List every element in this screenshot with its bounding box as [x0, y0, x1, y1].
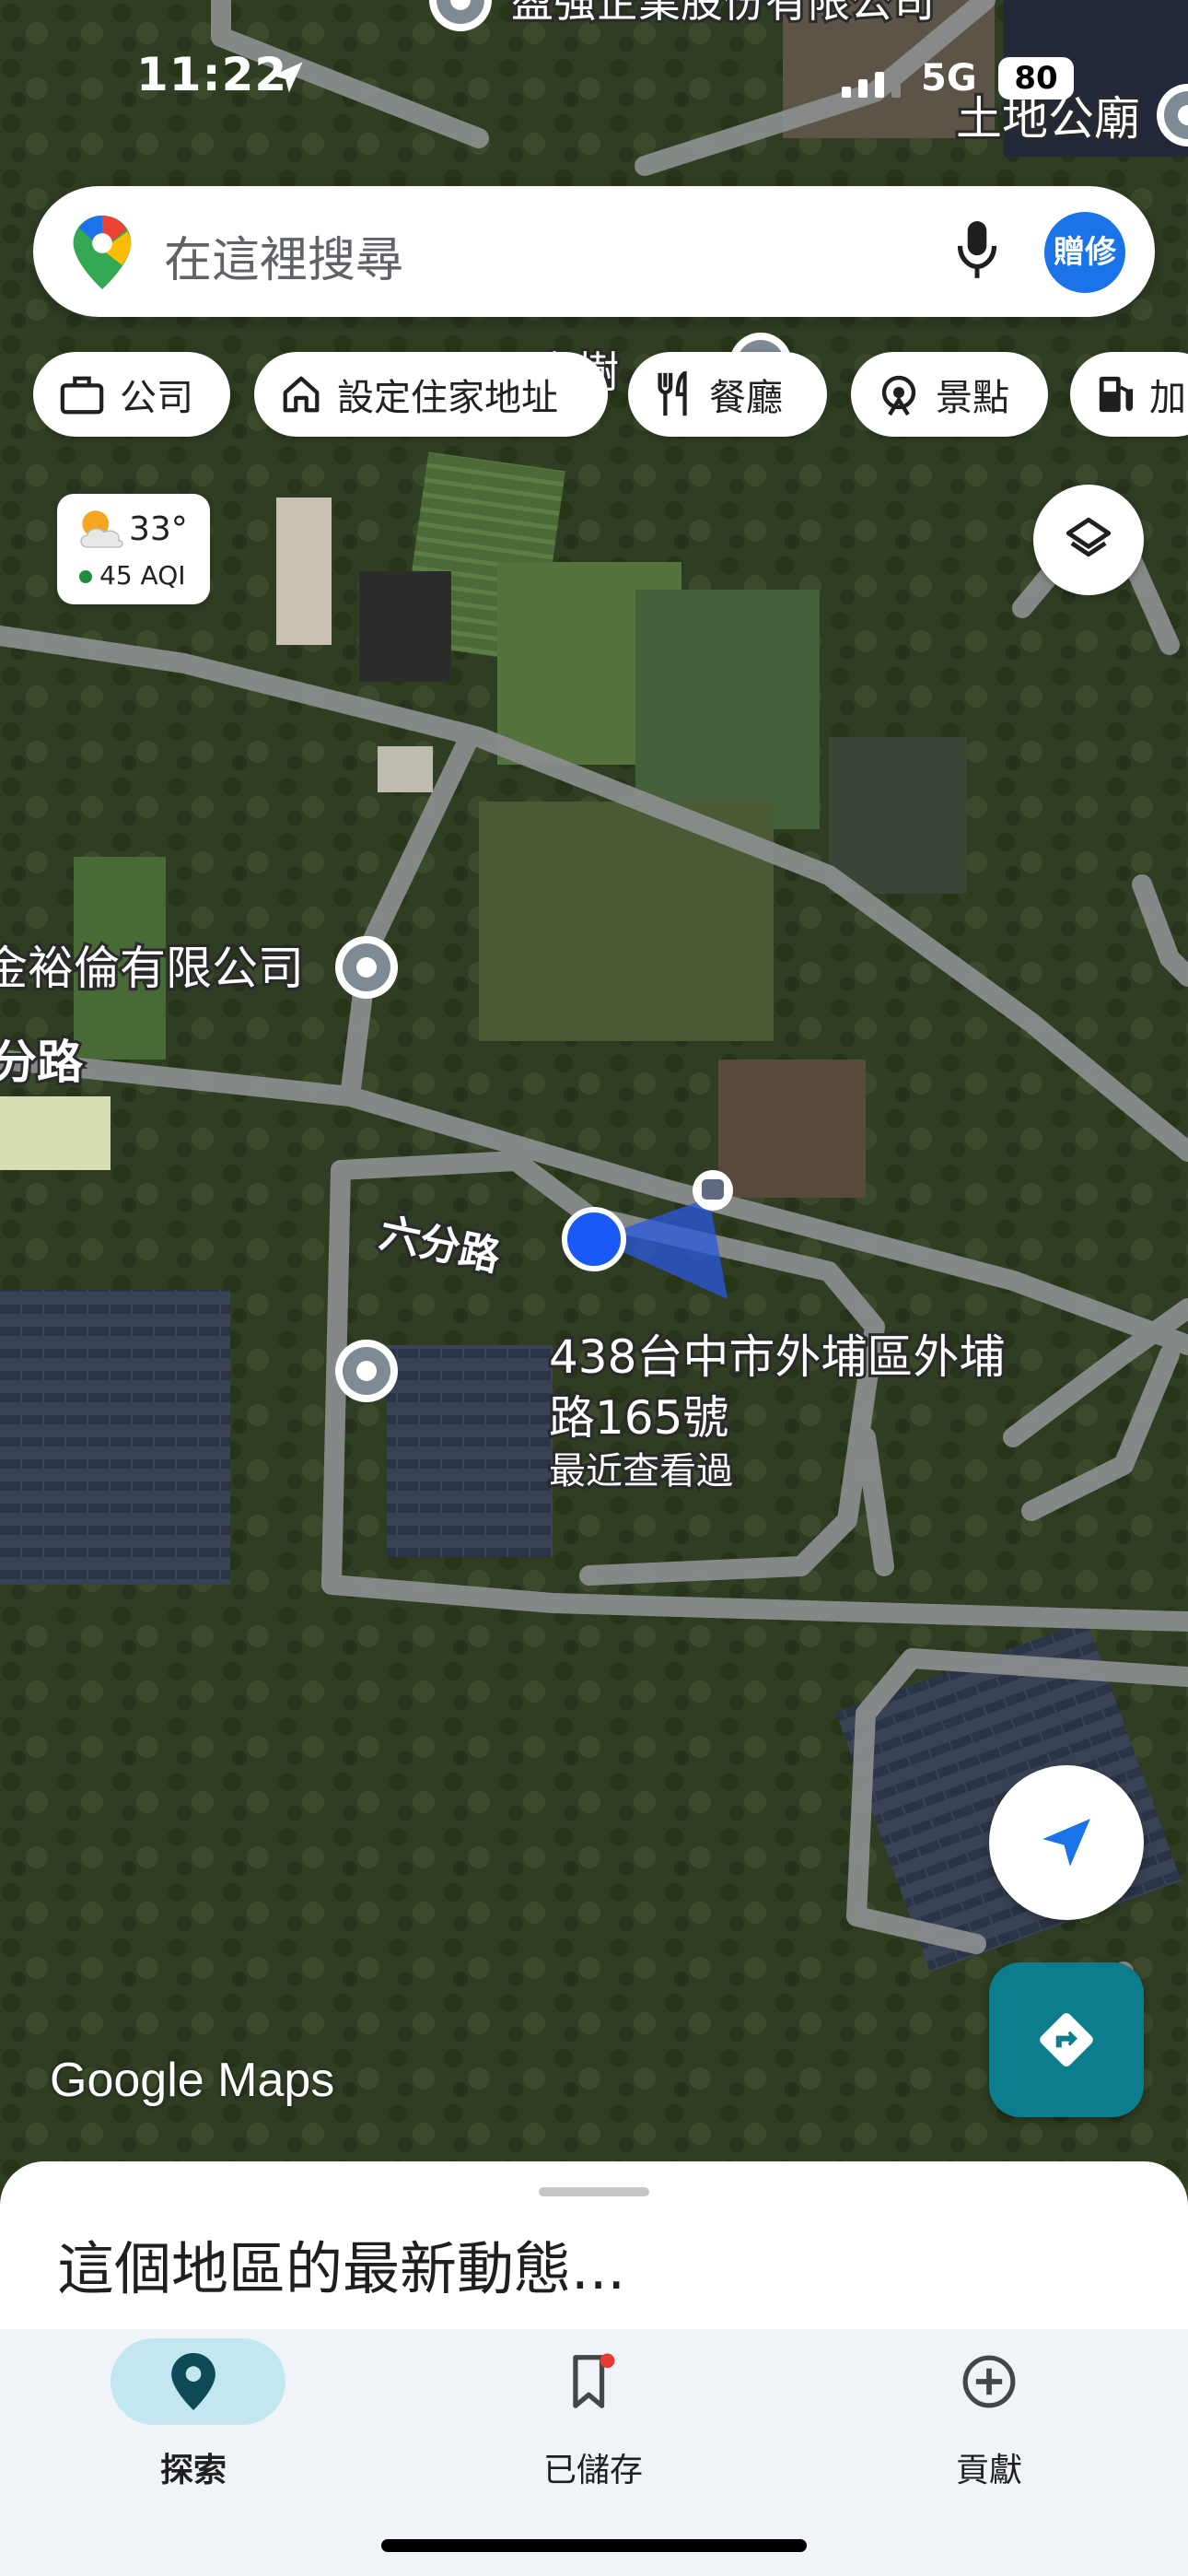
- recenter-button[interactable]: [989, 1765, 1144, 1920]
- bottom-sheet[interactable]: 這個地區的最新動態...: [0, 2161, 1188, 2336]
- google-maps-logo: Google Maps: [50, 2054, 335, 2107]
- bus-stop-icon: [693, 1170, 733, 1211]
- briefcase-icon: [60, 376, 104, 415]
- gas-station-icon: [1099, 376, 1134, 413]
- add-circle-icon: [962, 2355, 1016, 2408]
- battery-indicator: 80: [998, 57, 1074, 100]
- restaurant-icon: [658, 371, 687, 416]
- nav-contribute[interactable]: 貢獻: [851, 2329, 1127, 2513]
- weather-widget[interactable]: 33° 45 AQI: [57, 494, 210, 604]
- home-icon: [283, 376, 320, 413]
- chip-set-home[interactable]: 設定住家地址: [254, 352, 608, 437]
- chip-label: 公司: [120, 377, 193, 419]
- nav-label: 探索: [159, 2452, 227, 2489]
- place-pin-icon: [335, 1340, 398, 1402]
- status-bar: 11:22 5G 80: [0, 0, 1188, 157]
- navigation-arrow-icon: [1042, 1819, 1090, 1867]
- layers-button[interactable]: [1033, 485, 1144, 595]
- search-bar[interactable]: 在這裡搜尋 贈修: [33, 186, 1155, 317]
- category-chips: 公司 設定住家地址 餐廳 景點 加: [0, 352, 1188, 440]
- map-label-address-1: 438台中市外埔區外埔: [549, 1330, 1005, 1384]
- network-type: 5G: [921, 57, 977, 100]
- home-indicator[interactable]: [381, 2539, 807, 2552]
- map-label-road-left: 分路: [0, 1036, 84, 1089]
- chip-attractions[interactable]: 景點: [851, 352, 1048, 437]
- chip-label: 景點: [936, 377, 1009, 419]
- weather-temp: 33°: [129, 510, 188, 548]
- map-label-recent: 最近查看過: [549, 1450, 733, 1493]
- attraction-icon: [881, 375, 916, 416]
- chip-label: 餐廳: [709, 377, 783, 419]
- map-label-address-2: 路165號: [549, 1391, 728, 1445]
- place-pin-icon: [335, 936, 398, 999]
- sheet-drag-handle[interactable]: [539, 2187, 649, 2196]
- nav-saved[interactable]: 已儲存: [455, 2329, 731, 2513]
- chip-label: 設定住家地址: [337, 377, 558, 419]
- partly-cloudy-icon: [80, 510, 123, 548]
- location-pin-icon: [171, 2353, 215, 2410]
- status-time: 11:22: [136, 48, 288, 101]
- layers-icon: [1066, 517, 1112, 557]
- directions-button[interactable]: [989, 1962, 1144, 2117]
- chip-restaurants[interactable]: 餐廳: [628, 352, 827, 437]
- map-label-company-left: 金裕倫有限公司: [0, 942, 304, 995]
- sheet-title: 這個地區的最新動態...: [57, 2235, 626, 2302]
- chip-company[interactable]: 公司: [33, 352, 230, 437]
- directions-icon: [1040, 2013, 1093, 2067]
- signal-icon: [842, 64, 901, 98]
- location-arrow-icon: [272, 62, 303, 93]
- search-input[interactable]: 在這裡搜尋: [164, 221, 403, 290]
- weather-aqi: 45 AQI: [79, 560, 186, 591]
- microphone-icon[interactable]: [954, 219, 1000, 284]
- nav-label: 貢獻: [955, 2452, 1022, 2489]
- nav-label: 已儲存: [542, 2452, 643, 2489]
- bookmark-icon: [573, 2353, 615, 2408]
- chip-gas[interactable]: 加: [1070, 352, 1188, 437]
- google-maps-icon: [73, 216, 132, 289]
- chip-label: 加: [1149, 377, 1186, 419]
- avatar[interactable]: 贈修: [1044, 212, 1125, 293]
- current-location-dot: [562, 1207, 626, 1271]
- nav-explore[interactable]: 探索: [55, 2329, 332, 2513]
